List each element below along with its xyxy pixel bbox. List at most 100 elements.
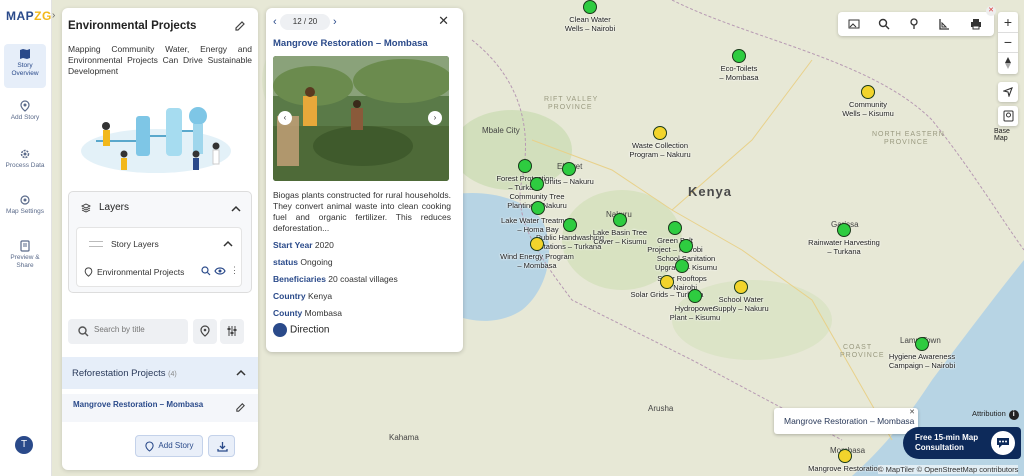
map-marker[interactable] [861,85,875,99]
story-layers-group: Story Layers Environmental Projects ⋮ [76,227,242,287]
eye-icon[interactable] [214,266,226,276]
map-marker[interactable] [518,159,532,173]
story-popup-card: ‹ 12 / 20 › ✕ Mangrove Restoration – Mom… [266,8,463,352]
map-marker[interactable] [563,218,577,232]
field-country: Country Kenya [273,291,333,301]
previous-story-button[interactable]: ‹ [273,14,277,30]
consultation-promo[interactable]: Free 15-min Map Consultation [903,427,1021,459]
filter-settings-button[interactable] [220,319,244,344]
rail-story-overview[interactable]: Story Overview [4,44,46,88]
map-marker[interactable] [688,289,702,303]
rail-add-story[interactable]: Add Story [4,96,46,136]
direction-label: Direction [290,324,330,336]
zoom-in-button[interactable]: + [998,12,1018,32]
city-label: Kahama [389,433,419,442]
rail-label: Process Data [5,162,45,169]
region-label: PROVINCE [840,352,885,359]
measure-icon[interactable] [938,18,950,30]
chat-icon[interactable] [991,431,1015,455]
location-pin-icon[interactable] [908,18,920,30]
chevron-up-icon[interactable] [223,239,233,249]
field-start-year: Start Year 2020 [273,240,334,250]
map-marker[interactable] [530,237,544,251]
rail-process-data[interactable]: Process Data [4,144,46,184]
marker-label: Community Wells – Kisumu [842,100,894,118]
panel-description: Mapping Community Water, Energy and Envi… [68,44,252,76]
map-marker[interactable] [668,221,682,235]
edit-icon[interactable] [234,20,246,32]
marker-label: Waste Collection Program – Nakuru [629,141,691,159]
region-label: NORTH EASTERN [872,131,945,138]
avatar[interactable]: T [15,436,33,454]
direction-button[interactable]: Direction [273,323,329,337]
app-logo[interactable]: MAPZG [6,9,52,23]
zoom-control: + − [998,12,1018,74]
attribution-toggle[interactable]: Attribution i [972,409,1019,420]
add-story-button[interactable]: Add Story [135,435,203,457]
marker-label: Wind Energy Program – Mombasa [500,252,574,270]
geolocate-button[interactable] [998,82,1018,102]
map-marker[interactable] [732,49,746,63]
close-icon[interactable]: ✕ [438,13,449,29]
drag-handle-icon[interactable] [89,241,103,247]
map-marker[interactable] [530,177,544,191]
map-marker[interactable] [734,280,748,294]
rail-label: Add Story [10,114,40,121]
close-icon[interactable]: ✕ [909,408,915,416]
zoom-out-button[interactable]: − [998,32,1018,52]
map-marker[interactable] [562,162,576,176]
settings-icon [20,195,30,205]
map-marker[interactable] [915,337,929,351]
basemap-button[interactable] [998,106,1018,126]
rail-map-settings[interactable]: Map Settings [4,190,46,230]
map-marker[interactable] [583,0,597,14]
zoom-to-layer-icon[interactable] [201,266,211,276]
map-marker[interactable] [837,223,851,237]
close-toolbar-icon[interactable]: ✕ [986,6,996,16]
illustration [81,107,231,173]
marker-label: Clean Water Wells – Nairobi [564,15,616,33]
group-label: Reforestation Projects (4) [72,368,177,379]
region-label: PROVINCE [548,104,593,111]
map-marker[interactable] [838,449,852,463]
group-header-reforestation[interactable]: Reforestation Projects (4) [62,357,258,389]
map-marker[interactable] [675,259,689,273]
next-story-button[interactable]: › [333,14,337,30]
layers-header[interactable]: Layers [81,202,130,213]
search-icon[interactable] [878,18,890,30]
print-icon[interactable] [970,18,982,30]
info-icon: i [1008,410,1019,420]
rail-preview-share[interactable]: Preview & Share [4,236,46,276]
layer-name[interactable]: Environmental Projects [97,267,184,277]
marker-label: Lake Basin Tree Cover – Kisumu [592,228,648,246]
map-marker[interactable] [660,275,674,289]
download-icon [217,442,228,452]
panel-title: Environmental Projects [68,20,197,32]
map-marker[interactable] [531,201,545,215]
compass-button[interactable] [998,52,1018,72]
more-options-icon[interactable]: ⋮ [230,265,239,276]
location-filter-button[interactable] [193,319,217,344]
navigation-arrow-icon [1003,87,1013,97]
collapse-panel-button[interactable]: › [52,10,55,21]
photo-prev-button[interactable]: ‹ [278,111,292,125]
region-label: RIFT VALLEY [544,96,599,103]
map-marker[interactable] [679,239,693,253]
location-pin-icon [200,325,210,337]
story-item[interactable]: Mangrove Restoration – Mombasa [62,394,258,422]
marker-label: Rainwater Harvesting – Turkana [808,238,880,256]
map-marker[interactable] [653,126,667,140]
marker-label: Hygiene Awareness Campaign – Nairobi [888,352,956,370]
marker-label: Green Belt Project – Nairobi [647,236,702,254]
map-marker[interactable] [613,213,627,227]
image-icon[interactable] [848,18,860,30]
chevron-up-icon[interactable] [236,368,246,378]
layers-label: Layers [99,202,130,213]
search-input[interactable] [94,325,184,334]
download-button[interactable] [208,435,235,457]
card-description: Biogas plants constructed for rural hous… [273,190,451,233]
chevron-up-icon[interactable] [231,204,241,214]
edit-icon[interactable] [235,402,246,413]
story-photo [273,56,449,181]
photo-next-button[interactable]: › [428,111,442,125]
